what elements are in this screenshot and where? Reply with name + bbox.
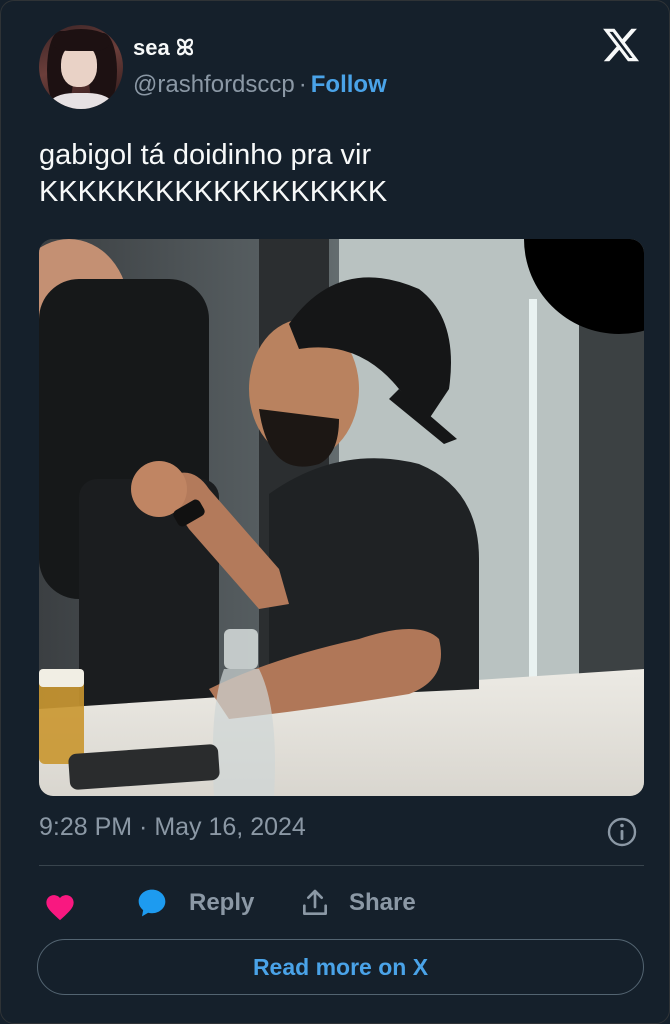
reply-button[interactable]: Reply xyxy=(135,887,254,919)
tweet-actions: Reply Share xyxy=(39,881,644,927)
read-more-button[interactable]: Read more on X xyxy=(37,939,644,995)
separator-dot: · xyxy=(298,71,307,98)
info-icon[interactable] xyxy=(606,816,638,853)
tweet-text-line: KKKKKKKKKKKKKKKKKK xyxy=(39,176,388,208)
avatar-shirt xyxy=(49,93,113,109)
divider xyxy=(39,865,644,866)
tweet-header: sea ꕤ @rashfordsccp · Follow xyxy=(39,25,641,109)
share-button[interactable]: Share xyxy=(299,887,416,919)
tweet-timestamp[interactable]: 9:28 PM · May 16, 2024 xyxy=(39,813,306,842)
avatar-hair-top xyxy=(53,29,109,51)
tweet-text-line: gabigol tá doidinho pra vir xyxy=(39,139,372,171)
author-handle[interactable]: @rashfordsccp xyxy=(133,71,295,98)
x-logo-icon[interactable] xyxy=(601,25,641,72)
tweet-photo[interactable] xyxy=(39,239,644,796)
tweet-text: gabigol tá doidinho pra vir KKKKKKKKKKKK… xyxy=(39,137,639,211)
tweet-card: sea ꕤ @rashfordsccp · Follow gabigol tá do… xyxy=(0,0,670,1024)
share-label: Share xyxy=(349,889,416,916)
photo-illustration xyxy=(39,239,644,796)
reply-bubble-icon xyxy=(138,889,166,917)
follow-button[interactable]: Follow xyxy=(311,71,387,98)
avatar[interactable] xyxy=(39,25,123,109)
author-display-name[interactable]: sea ꕤ xyxy=(133,35,194,61)
heart-icon xyxy=(46,895,74,921)
like-button[interactable] xyxy=(43,891,77,926)
reply-label: Reply xyxy=(189,889,255,916)
author-handle-row: @rashfordsccp · Follow xyxy=(133,71,387,99)
share-icon xyxy=(303,889,327,915)
